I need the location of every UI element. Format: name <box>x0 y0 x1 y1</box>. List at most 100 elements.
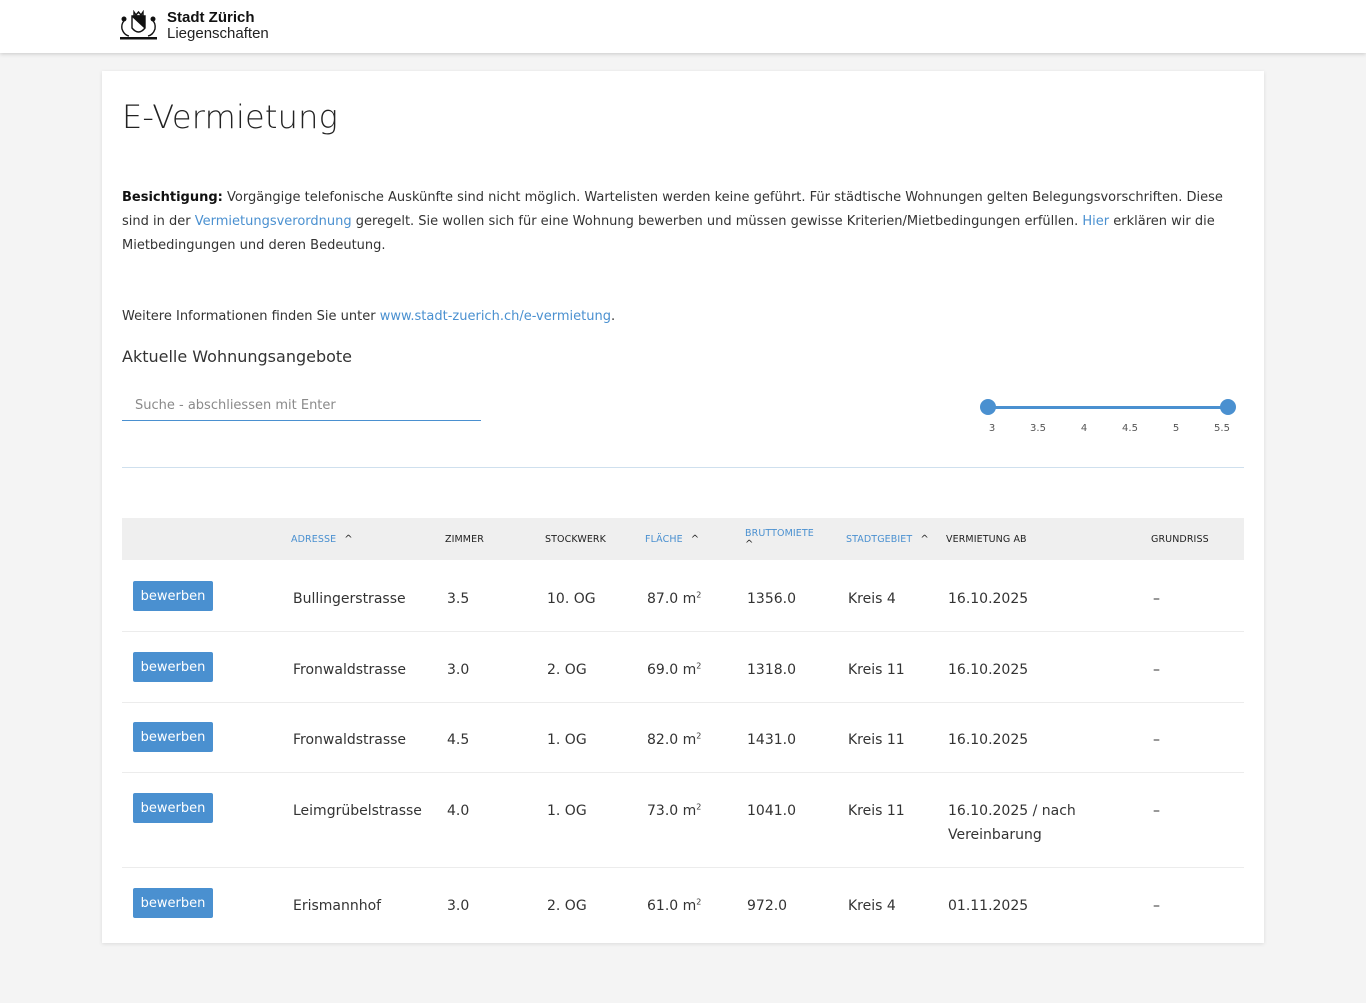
area-exponent: 2 <box>696 802 702 812</box>
cell-vermietung-ab: 16.10.2025 <box>948 591 1029 607</box>
divider <box>122 467 1244 468</box>
bewerben-button[interactable]: bewerben <box>133 722 213 752</box>
intro-bold-label: Besichtigung: <box>122 190 223 205</box>
bewerben-button[interactable]: bewerben <box>133 888 213 918</box>
cell-flaeche: 61.0 m2 <box>647 894 701 918</box>
cell-stadtgebiet: Kreis 11 <box>848 662 905 678</box>
cell-vermietung-ab: 16.10.2025 <box>948 662 1029 678</box>
flaeche-value: 69.0 <box>647 662 679 678</box>
cell-vermietung-ab: 01.11.2025 <box>948 898 1029 914</box>
cell-adresse: Fronwaldstrasse <box>293 732 407 748</box>
caret-up-icon: ^ <box>920 533 929 545</box>
vermietungsverordnung-link[interactable]: Vermietungsverordnung <box>195 214 352 229</box>
more-info-paragraph: Weitere Informationen finden Sie unter w… <box>122 305 615 329</box>
cell-flaeche: 69.0 m2 <box>647 658 701 682</box>
top-bar: Stadt Zürich Liegenschaften <box>0 0 1366 53</box>
more-info-text: Weitere Informationen finden Sie unter <box>122 309 380 324</box>
cell-bruttomiete: 1041.0 <box>747 803 796 819</box>
e-vermietung-link[interactable]: www.stadt-zuerich.ch/e-vermietung <box>380 309 611 324</box>
coat-of-arms-icon <box>120 10 157 40</box>
slider-tick: 5 <box>1172 423 1180 434</box>
cell-flaeche: 87.0 m2 <box>647 587 701 611</box>
cell-grundriss: – <box>1153 732 1160 748</box>
area-exponent: 2 <box>696 590 702 600</box>
column-header-zimmer[interactable]: ZIMMER <box>445 518 484 560</box>
column-header-vermietung-ab[interactable]: VERMIETUNG AB <box>946 518 1027 560</box>
column-header-grundriss[interactable]: GRUNDRISS <box>1151 518 1209 560</box>
cell-bruttomiete: 1318.0 <box>747 662 796 678</box>
cell-zimmer: 3.0 <box>447 662 470 678</box>
cell-stockwerk: 1. OG <box>547 732 587 748</box>
cell-flaeche: 73.0 m2 <box>647 799 701 823</box>
cell-adresse: Fronwaldstrasse <box>293 662 407 678</box>
column-label: FLÄCHE <box>645 533 683 545</box>
bewerben-button[interactable]: bewerben <box>133 793 213 823</box>
more-info-end: . <box>610 309 616 324</box>
flaeche-value: 82.0 <box>647 732 679 748</box>
caret-up-icon: ^ <box>745 539 754 550</box>
stadt-zuerich-logo[interactable]: Stadt Zürich Liegenschaften <box>118 10 269 42</box>
cell-vermietung-ab: 16.10.2025 <box>948 732 1029 748</box>
slider-tick: 5.5 <box>1214 423 1230 434</box>
column-label: GRUNDRISS <box>1151 533 1209 545</box>
cell-bruttomiete: 1356.0 <box>747 591 796 607</box>
slider-handle-min[interactable] <box>980 399 996 415</box>
column-header-stadtgebiet[interactable]: STADTGEBIET ^ <box>846 518 929 560</box>
area-unit: m <box>682 662 697 678</box>
area-unit: m <box>682 591 697 607</box>
caret-up-icon: ^ <box>690 533 700 545</box>
area-unit: m <box>682 898 697 914</box>
logo-title: Stadt Zürich <box>167 9 255 26</box>
column-header-bruttomiete[interactable]: BRUTTOMIETE ^ <box>745 518 814 560</box>
intro-text-2: geregelt. Sie wollen sich für eine Wohnu… <box>351 214 1083 229</box>
area-exponent: 2 <box>696 897 702 907</box>
column-label: ZIMMER <box>445 533 484 545</box>
search-input[interactable] <box>122 391 481 421</box>
table-row: bewerben Fronwaldstrasse 4.5 1. OG 82.0 … <box>122 702 1244 773</box>
vermietung-ab-line-2: Vereinbarung <box>948 827 1042 843</box>
vermietung-ab-line-1: 16.10.2025 / nach <box>948 803 1076 819</box>
cell-stockwerk: 2. OG <box>547 898 587 914</box>
column-label: ADRESSE <box>291 533 337 545</box>
slider-handle-max[interactable] <box>1220 399 1236 415</box>
cell-flaeche: 82.0 m2 <box>647 728 701 752</box>
cell-grundriss: – <box>1153 803 1160 819</box>
cell-stadtgebiet: Kreis 11 <box>848 803 905 819</box>
column-label: BRUTTOMIETE <box>745 528 814 539</box>
cell-stockwerk: 10. OG <box>547 591 596 607</box>
flaeche-value: 73.0 <box>647 803 679 819</box>
column-header-flaeche[interactable]: FLÄCHE ^ <box>645 518 699 560</box>
flaeche-value: 61.0 <box>647 898 679 914</box>
hier-link[interactable]: Hier <box>1082 214 1109 229</box>
bewerben-button[interactable]: bewerben <box>133 581 213 611</box>
table-row: bewerben Fronwaldstrasse 3.0 2. OG 69.0 … <box>122 631 1244 703</box>
table-header: ADRESSE ^ ZIMMER STOCKWERK FLÄCHE ^ BRUT… <box>122 518 1244 560</box>
cell-adresse: Leimgrübelstrasse <box>293 803 422 819</box>
cell-adresse: Erismannhof <box>293 898 382 914</box>
cell-zimmer: 4.5 <box>447 732 470 748</box>
area-exponent: 2 <box>696 731 702 741</box>
cell-zimmer: 3.5 <box>447 591 470 607</box>
caret-up-icon: ^ <box>344 533 353 545</box>
column-label: STOCKWERK <box>545 533 606 545</box>
slider-tick: 4 <box>1080 423 1088 434</box>
area-exponent: 2 <box>696 661 702 671</box>
area-unit: m <box>682 803 697 819</box>
intro-paragraph: Besichtigung: Vorgängige telefonische Au… <box>122 186 1247 258</box>
table-row: bewerben Erismannhof 3.0 2. OG 61.0 m2 9… <box>122 867 1244 943</box>
cell-zimmer: 3.0 <box>447 898 470 914</box>
bewerben-button[interactable]: bewerben <box>133 652 213 682</box>
room-range-slider[interactable]: 3 3.5 4 4.5 5 5.5 <box>980 399 1236 439</box>
cell-stadtgebiet: Kreis 4 <box>848 898 896 914</box>
column-header-adresse[interactable]: ADRESSE ^ <box>291 518 353 560</box>
cell-bruttomiete: 972.0 <box>747 898 788 914</box>
main-card: E-Vermietung Besichtigung: Vorgängige te… <box>102 71 1264 943</box>
flaeche-value: 87.0 <box>647 591 679 607</box>
table-row: bewerben Bullingerstrasse 3.5 10. OG 87.… <box>122 560 1244 632</box>
cell-grundriss: – <box>1153 662 1160 678</box>
cell-zimmer: 4.0 <box>447 803 470 819</box>
cell-vermietung-ab: 16.10.2025 / nach Vereinbarung <box>948 799 1076 847</box>
cell-stockwerk: 2. OG <box>547 662 587 678</box>
column-header-stockwerk[interactable]: STOCKWERK <box>545 518 606 560</box>
page-title: E-Vermietung <box>122 98 339 136</box>
